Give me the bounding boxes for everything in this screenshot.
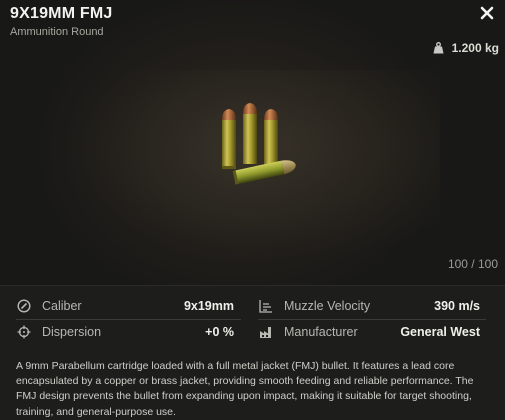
weight-indicator: 1.200 kg (433, 41, 499, 55)
stat-manufacturer: Manufacturer General West (258, 320, 480, 344)
factory-icon (258, 324, 274, 340)
stat-caliber: Caliber 9x19mm (16, 294, 234, 318)
caliber-value: 9x19mm (183, 299, 234, 313)
item-description: A 9mm Parabellum cartridge loaded with a… (16, 360, 474, 418)
stat-dispersion: Dispersion +0 % (16, 320, 234, 344)
item-type: Ammunition Round (10, 26, 104, 38)
caliber-icon (16, 298, 32, 314)
close-button[interactable] (477, 3, 497, 23)
item-title: 9X19MM FMJ (10, 5, 113, 22)
close-icon (480, 6, 494, 20)
muzzle-velocity-label: Muzzle Velocity (284, 299, 371, 313)
muzzle-velocity-value: 390 m/s (434, 299, 480, 313)
item-inspect-panel: 9X19MM FMJ Ammunition Round 1.200 kg 100… (0, 0, 505, 420)
manufacturer-label: Manufacturer (284, 325, 358, 339)
dispersion-label: Dispersion (42, 325, 102, 339)
weight-value: 1.200 kg (451, 41, 499, 55)
dispersion-value: +0 % (205, 325, 234, 339)
crosshair-icon (16, 324, 32, 340)
caliber-label: Caliber (42, 299, 82, 313)
item-image (222, 103, 296, 185)
velocity-icon (258, 298, 274, 314)
stat-muzzle-velocity: Muzzle Velocity 390 m/s (258, 294, 480, 318)
manufacturer-value: General West (400, 325, 480, 339)
durability-value: 100 / 100 (447, 257, 498, 271)
weight-icon (433, 42, 444, 54)
